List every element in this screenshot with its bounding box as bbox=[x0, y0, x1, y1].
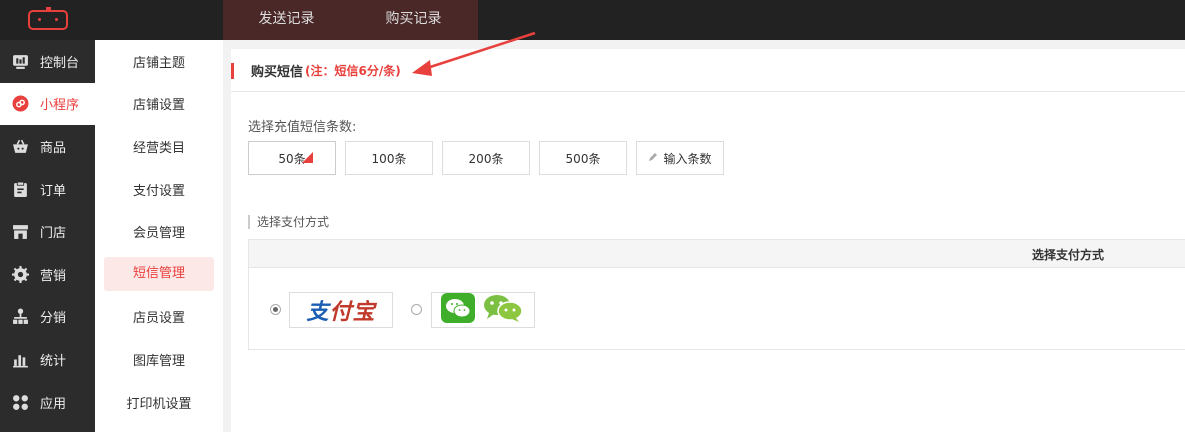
hierarchy-icon bbox=[12, 308, 29, 325]
gear-icon bbox=[12, 265, 29, 283]
price-note: (注：短信6分/条) bbox=[305, 63, 401, 78]
submenu-item-clerk-settings[interactable]: 店员设置 bbox=[95, 296, 223, 339]
sidebar-item-orders[interactable]: 订单 bbox=[0, 168, 95, 211]
tab-send-records[interactable]: 发送记录 bbox=[223, 0, 350, 40]
sidebar-item-dashboard[interactable]: 控制台 bbox=[0, 40, 95, 83]
basket-icon bbox=[12, 138, 29, 155]
alipay-logo[interactable]: 支付宝 bbox=[289, 292, 393, 328]
option-100[interactable]: 100条 bbox=[345, 141, 433, 175]
sidebar-item-label: 门店 bbox=[40, 226, 67, 242]
panel-header: 购买短信 (注：短信6分/条) bbox=[231, 49, 1185, 92]
main-panel: 购买短信 (注：短信6分/条) 选择充值短信条数: 50条 100条 200条 … bbox=[231, 49, 1185, 432]
sidebar-item-stores[interactable]: 门店 bbox=[0, 210, 95, 253]
sidebar-item-label: 应用 bbox=[40, 396, 67, 412]
store-icon bbox=[12, 223, 29, 240]
submenu-item-business-category[interactable]: 经营类目 bbox=[95, 125, 223, 168]
wechat-bubbles-icon bbox=[479, 293, 527, 327]
sms-quantity-options: 50条 100条 200条 500条 输入条数 bbox=[248, 141, 733, 175]
sidebar-item-goods[interactable]: 商品 bbox=[0, 125, 95, 168]
miniprogram-icon bbox=[12, 95, 29, 112]
payment-table-header-label: 选择支付方式 bbox=[1032, 248, 1105, 262]
header-accent-bar bbox=[231, 63, 234, 79]
payment-section-label: 选择支付方式 bbox=[248, 215, 329, 229]
custom-quantity-button[interactable]: 输入条数 bbox=[636, 141, 724, 175]
bar-chart-icon bbox=[12, 351, 29, 368]
submenu: 店铺主题 店铺设置 经营类目 支付设置 会员管理 短信管理 店员设置 图库管理 … bbox=[95, 40, 223, 432]
sidebar-item-miniprogram[interactable]: 小程序 bbox=[0, 82, 95, 126]
logo[interactable] bbox=[0, 0, 95, 40]
annotation-arrow-icon bbox=[412, 31, 536, 76]
sidebar: 控制台 小程序 商品 订单 门店 营销 分销 统计 应用 bbox=[0, 40, 95, 432]
sidebar-item-distribution[interactable]: 分销 bbox=[0, 296, 95, 339]
alipay-radio[interactable] bbox=[270, 304, 281, 315]
selected-corner-icon bbox=[302, 152, 313, 163]
sidebar-item-label: 统计 bbox=[40, 353, 67, 369]
submenu-item-sms-management[interactable]: 短信管理 bbox=[95, 253, 223, 296]
submenu-item-member-management[interactable]: 会员管理 bbox=[95, 210, 223, 253]
sidebar-item-statistics[interactable]: 统计 bbox=[0, 338, 95, 381]
payment-table: 选择支付方式 支付宝 bbox=[248, 239, 1185, 350]
submenu-item-gallery-management[interactable]: 图库管理 bbox=[95, 338, 223, 381]
sidebar-item-label: 商品 bbox=[40, 140, 67, 156]
clipboard-icon bbox=[12, 181, 29, 198]
submenu-item-printer-settings[interactable]: 打印机设置 bbox=[95, 381, 223, 424]
submenu-item-payment-settings[interactable]: 支付设置 bbox=[95, 168, 223, 211]
option-200[interactable]: 200条 bbox=[442, 141, 530, 175]
sidebar-item-label: 分销 bbox=[40, 311, 67, 327]
wechat-pay-logo[interactable] bbox=[431, 292, 535, 328]
submenu-item-store-theme[interactable]: 店铺主题 bbox=[95, 40, 223, 83]
submenu-item-store-settings[interactable]: 店铺设置 bbox=[95, 83, 223, 126]
wechat-pay-radio[interactable] bbox=[411, 304, 422, 315]
sidebar-item-label: 控制台 bbox=[40, 55, 80, 71]
payment-table-header: 选择支付方式 bbox=[249, 240, 1185, 268]
option-50[interactable]: 50条 bbox=[248, 141, 336, 175]
pencil-icon bbox=[648, 152, 658, 165]
sidebar-item-apps[interactable]: 应用 bbox=[0, 381, 95, 424]
payment-table-body: 支付宝 bbox=[249, 268, 1185, 350]
recharge-label: 选择充值短信条数: bbox=[248, 120, 357, 135]
wechat-app-icon bbox=[440, 292, 476, 328]
dashboard-icon bbox=[12, 53, 29, 70]
alipay-logo-text: 支付宝 bbox=[306, 299, 376, 325]
page-title: 购买短信 bbox=[251, 64, 304, 80]
app-logo-icon bbox=[27, 7, 68, 30]
sidebar-item-label: 小程序 bbox=[40, 98, 80, 114]
top-bar: 发送记录 购买记录 bbox=[0, 0, 1185, 40]
sidebar-item-label: 营销 bbox=[40, 268, 67, 284]
sidebar-item-marketing[interactable]: 营销 bbox=[0, 253, 95, 296]
apps-icon bbox=[12, 394, 29, 411]
option-500[interactable]: 500条 bbox=[539, 141, 627, 175]
sidebar-item-label: 订单 bbox=[40, 183, 67, 199]
